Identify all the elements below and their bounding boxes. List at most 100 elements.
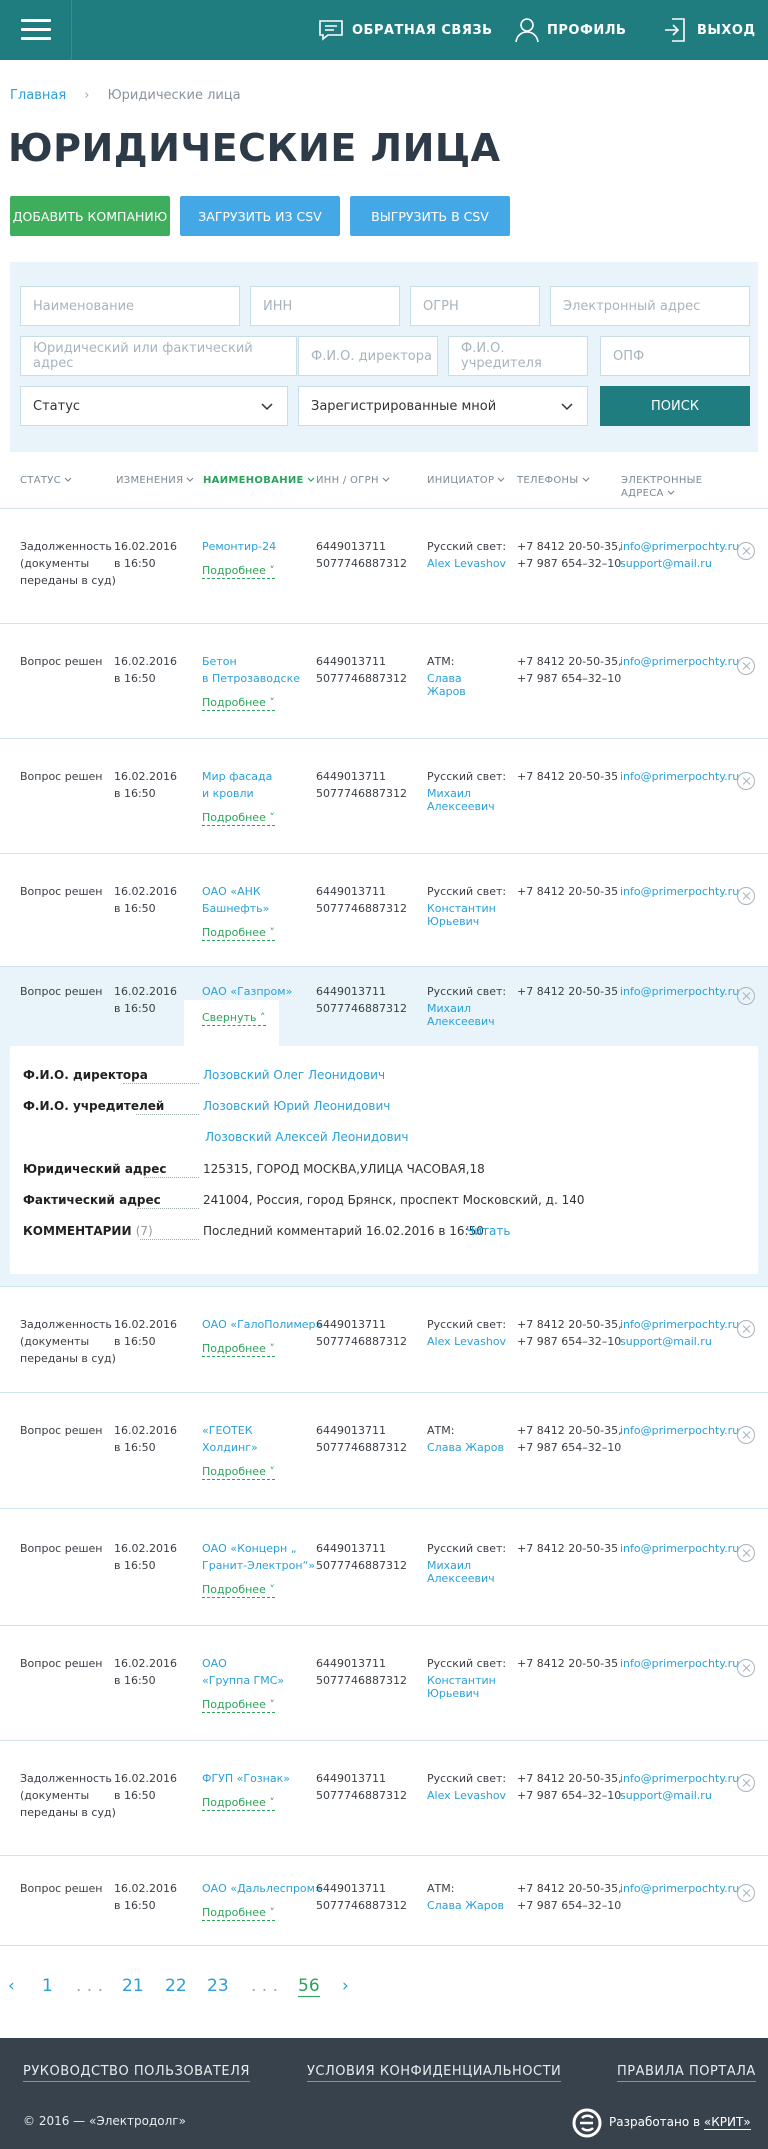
more-toggle[interactable]: Подробнее ˅: [202, 1341, 275, 1357]
row-initiator-person[interactable]: Слава Жаров: [427, 1899, 504, 1912]
close-icon[interactable]: [737, 1544, 755, 1562]
row-company-name[interactable]: ОАО «ГалоПолимер»: [202, 1316, 322, 1333]
row-company-name[interactable]: ОАО «Газпром»: [202, 983, 292, 1000]
more-toggle[interactable]: Подробнее ˅: [202, 1464, 275, 1480]
address-filter-input[interactable]: Юридический или фактический адрес: [20, 336, 297, 376]
row-company-name[interactable]: ОАО «АНК Башнефть»: [202, 883, 269, 917]
column-changes[interactable]: ИЗМЕНЕНИЯ: [116, 474, 194, 487]
more-toggle[interactable]: Подробнее ˅: [202, 1905, 275, 1921]
search-button[interactable]: ПОИСК: [600, 386, 750, 426]
row-initiator-person[interactable]: Alex Levashov: [427, 1335, 506, 1348]
column-emails[interactable]: ЭЛЕКТРОННЫЕ АДРЕСА: [621, 474, 702, 500]
row-company-name[interactable]: Мир фасада и кровли: [202, 768, 272, 802]
founder-link-2[interactable]: Лозовский Алексей Леонидович: [205, 1130, 409, 1144]
row-initiator-person[interactable]: Алексеевич: [427, 1015, 495, 1028]
close-icon[interactable]: [737, 657, 755, 675]
row-email-1[interactable]: info@primerpochty.ru: [620, 1880, 739, 1897]
column-inn[interactable]: ИНН / ОГРН: [316, 474, 390, 487]
close-icon[interactable]: [737, 1774, 755, 1792]
menu-burger-icon[interactable]: [0, 0, 72, 60]
row-email-1[interactable]: info@primerpochty.ru: [620, 768, 739, 785]
row-company-name[interactable]: ОАО «Группа ГМС»: [202, 1655, 284, 1689]
row-email-1[interactable]: info@primerpochty.ru: [620, 983, 739, 1000]
row-email-2[interactable]: support@mail.ru: [620, 1787, 712, 1804]
row-initiator-person[interactable]: Юрьевич: [427, 1687, 479, 1700]
more-toggle[interactable]: Подробнее ˅: [202, 1697, 275, 1713]
row-initiator-person[interactable]: Алексеевич: [427, 800, 495, 813]
prev-page-icon[interactable]: ‹: [8, 1976, 15, 1996]
ogrn-filter-input[interactable]: ОГРН: [410, 286, 540, 326]
read-comments-link[interactable]: Читать: [466, 1224, 510, 1238]
row-email-1[interactable]: info@primerpochty.ru: [620, 1540, 739, 1557]
upload-csv-button[interactable]: ЗАГРУЗИТЬ ИЗ CSV: [180, 196, 340, 236]
column-initiator[interactable]: ИНИЦИАТОР: [427, 474, 505, 487]
close-icon[interactable]: [737, 1659, 755, 1677]
row-email-2[interactable]: support@mail.ru: [620, 555, 712, 572]
developer-link[interactable]: «КРИТ»: [703, 2115, 751, 2130]
column-status[interactable]: СТАТУС: [20, 474, 72, 487]
row-initiator-person[interactable]: Жаров: [427, 685, 466, 698]
director-filter-input[interactable]: Ф.И.О. директора: [298, 336, 438, 376]
more-toggle[interactable]: Подробнее ˅: [202, 925, 275, 941]
row-company-name[interactable]: ФГУП «Гознак»: [202, 1770, 290, 1787]
row-initiator-person[interactable]: Alex Levashov: [427, 557, 506, 570]
close-icon[interactable]: [737, 1320, 755, 1338]
inn-filter-input[interactable]: ИНН: [250, 286, 400, 326]
profile-link[interactable]: ПРОФИЛЬ: [515, 0, 626, 60]
row-initiator-person[interactable]: Михаил: [427, 1559, 471, 1572]
row-initiator-person[interactable]: Михаил: [427, 787, 471, 800]
row-initiator-person[interactable]: Константин: [427, 1674, 496, 1687]
download-csv-button[interactable]: ВЫГРУЗИТЬ В CSV: [350, 196, 510, 236]
page-22[interactable]: 22: [165, 1976, 187, 1996]
row-initiator-person[interactable]: Слава Жаров: [427, 1441, 504, 1454]
founder-link-1[interactable]: Лозовский Юрий Леонидович: [203, 1099, 390, 1113]
close-icon[interactable]: [737, 772, 755, 790]
row-initiator-person[interactable]: Alex Levashov: [427, 1789, 506, 1802]
more-toggle[interactable]: Подробнее ˅: [202, 810, 275, 826]
row-initiator-person[interactable]: Слава: [427, 672, 462, 685]
close-icon[interactable]: [737, 1884, 755, 1902]
row-company-name[interactable]: Бетон в Петрозаводске: [202, 653, 300, 687]
logout-link[interactable]: ВЫХОД: [663, 0, 756, 60]
row-company-name[interactable]: ОАО «Концерн „ Гранит-Электрон“»: [202, 1540, 315, 1574]
page-1[interactable]: 1: [42, 1976, 53, 1996]
row-initiator-person[interactable]: Алексеевич: [427, 1572, 495, 1585]
add-company-button[interactable]: ДОБАВИТЬ КОМПАНИЮ: [10, 196, 170, 236]
more-toggle[interactable]: Подробнее ˅: [202, 563, 275, 579]
name-filter-input[interactable]: Наименование: [20, 286, 240, 326]
row-email-1[interactable]: info@primerpochty.ru: [620, 538, 739, 555]
page-56-current[interactable]: 56: [298, 1976, 320, 1997]
next-page-icon[interactable]: ›: [342, 1976, 349, 1996]
close-icon[interactable]: [737, 887, 755, 905]
director-link[interactable]: Лозовский Олег Леонидович: [203, 1068, 385, 1082]
status-select[interactable]: Статус: [20, 386, 288, 426]
column-phones[interactable]: ТЕЛЕФОНЫ: [517, 474, 590, 487]
portal-rules-link[interactable]: ПРАВИЛА ПОРТАЛА: [617, 2064, 756, 2082]
page-23[interactable]: 23: [207, 1976, 229, 1996]
feedback-link[interactable]: ОБРАТНАЯ СВЯЗЬ: [318, 0, 493, 60]
close-icon[interactable]: [737, 1426, 755, 1444]
row-company-name[interactable]: ОАО «Дальлеспром»: [202, 1880, 322, 1897]
registered-select[interactable]: Зарегистрированные мной: [298, 386, 588, 426]
row-initiator-person[interactable]: Михаил: [427, 1002, 471, 1015]
close-icon[interactable]: [737, 987, 755, 1005]
page-21[interactable]: 21: [122, 1976, 144, 1996]
email-filter-input[interactable]: Электронный адрес: [550, 286, 750, 326]
row-email-1[interactable]: info@primerpochty.ru: [620, 653, 739, 670]
row-initiator-person[interactable]: Юрьевич: [427, 915, 479, 928]
close-icon[interactable]: [737, 542, 755, 560]
more-toggle[interactable]: Подробнее ˅: [202, 695, 275, 711]
row-email-1[interactable]: info@primerpochty.ru: [620, 1316, 739, 1333]
founder-filter-input[interactable]: Ф.И.О. учредителя: [448, 336, 588, 376]
opf-filter-input[interactable]: ОПФ: [600, 336, 750, 376]
collapse-toggle[interactable]: Свернуть ˄: [202, 1010, 266, 1026]
row-company-name[interactable]: Ремонтир-24: [202, 538, 276, 555]
row-initiator-person[interactable]: Константин: [427, 902, 496, 915]
breadcrumb-home[interactable]: Главная: [10, 88, 66, 103]
row-email-1[interactable]: info@primerpochty.ru: [620, 1655, 739, 1672]
row-company-name[interactable]: «ГЕОТЕК Холдинг»: [202, 1422, 258, 1456]
row-email-1[interactable]: info@primerpochty.ru: [620, 1770, 739, 1787]
row-email-1[interactable]: info@primerpochty.ru: [620, 883, 739, 900]
row-email-1[interactable]: info@primerpochty.ru: [620, 1422, 739, 1439]
row-email-2[interactable]: support@mail.ru: [620, 1333, 712, 1350]
